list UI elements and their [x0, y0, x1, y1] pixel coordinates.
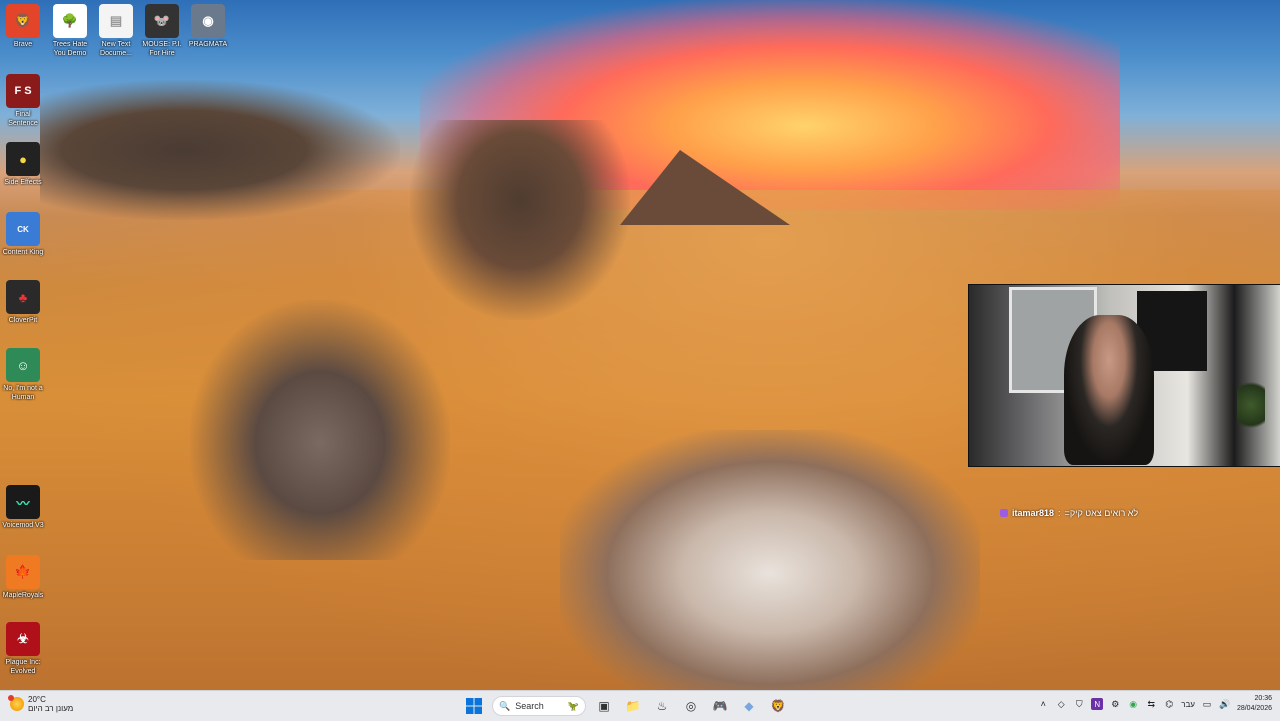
desktop-icon-mapleroyals[interactable]: 🍁 MapleRoyals [0, 555, 46, 600]
weather-temp: 20°C [28, 695, 46, 704]
plague-inc-icon: ☣ [6, 622, 40, 656]
notification-dot-icon [8, 695, 14, 701]
chat-message: itamar818 : =לא רואים צאט קיק [1000, 508, 1138, 518]
webcam-overlay [968, 284, 1280, 467]
chat-text: =לא רואים צאט קיק [1064, 508, 1139, 518]
distant-mountain [620, 150, 790, 225]
search-highlight-icon: 🦖 [567, 700, 579, 711]
rock-formation-center [410, 120, 630, 320]
content-king-icon: CK [6, 212, 40, 246]
desktop-icon-new-text-document[interactable]: ▤ New Text Docume... [93, 4, 139, 58]
desktop-icon-side-effects[interactable]: ● Side Effects [0, 142, 46, 187]
desktop-icon-plague-inc[interactable]: ☣ Plague Inc: Evolved [0, 622, 46, 676]
desktop-icon-content-king[interactable]: CK Content King [0, 212, 46, 257]
voicemod-icon: 〰 [6, 485, 40, 519]
mouse-game-icon: 🐭 [145, 4, 179, 38]
search-icon: 🔍 [499, 700, 511, 711]
file-explorer-icon[interactable]: 📁 [622, 695, 644, 717]
clock-time: 20:36 [1254, 695, 1272, 702]
side-effects-icon: ● [6, 142, 40, 176]
desktop-icon-trees-hate-you[interactable]: 🌳 Trees Hate You Demo [47, 4, 93, 58]
tray-network-icon[interactable]: ⌬ [1163, 698, 1175, 710]
tray-shield-icon[interactable]: ⛉ [1073, 698, 1085, 710]
chat-username: itamar818 [1012, 508, 1055, 518]
tree-icon: 🌳 [53, 4, 87, 38]
rock-formation-left [40, 80, 400, 220]
rock-formation-bottom [560, 430, 980, 690]
system-tray: ˄ ◇ ⛉ N ⚙ ◉ ⇆ ⌬ עבר ▭ 🔊 20:36 28/04/2026 [1037, 694, 1272, 714]
webcam-streamer [1064, 315, 1154, 465]
desktop-icon-pragmata[interactable]: ◉ PRAGMATA [185, 4, 231, 49]
tray-app-icon[interactable]: ◇ [1055, 698, 1067, 710]
desktop-icon-mouse-pi[interactable]: 🐭 MOUSE: P.I. For Hire [139, 4, 185, 58]
webcam-plant [1237, 375, 1265, 435]
desktop-icon-no-im-not-a-human[interactable]: ☺ No, I'm not a Human [0, 348, 46, 402]
search-label: Search [515, 701, 544, 711]
app-diamond-icon[interactable]: ◆ [738, 695, 760, 717]
tray-settings-icon[interactable]: ⚙ [1109, 698, 1121, 710]
volume-icon[interactable]: 🔊 [1219, 698, 1231, 710]
tray-browser-icon[interactable]: ◉ [1127, 698, 1139, 710]
chat-separator: : [1058, 508, 1061, 518]
weather-sun-icon [8, 695, 24, 711]
cloverpit-icon: ♣ [6, 280, 40, 314]
start-button[interactable] [463, 695, 485, 717]
weather-widget[interactable]: 20°C מעונן רב היום [8, 695, 74, 713]
chat-badge-icon [1000, 509, 1008, 517]
no-human-icon: ☺ [6, 348, 40, 382]
clock[interactable]: 20:36 28/04/2026 [1237, 694, 1272, 714]
final-sentence-icon: F S [6, 74, 40, 108]
rock-formation-mid [190, 300, 450, 560]
language-indicator[interactable]: עבר [1181, 700, 1195, 709]
mapleroyals-icon: 🍁 [6, 555, 40, 589]
obs-icon[interactable]: ◎ [680, 695, 702, 717]
discord-icon[interactable]: 🎮 [709, 695, 731, 717]
taskbar: 20°C מעונן רב היום 🔍 Search 🦖 ▣ 📁 ♨ ◎ 🎮 … [0, 690, 1280, 721]
tray-n-icon[interactable]: N [1091, 698, 1104, 710]
desktop-icon-final-sentence[interactable]: F S Final Sentence [0, 74, 46, 128]
windows-logo-icon [466, 698, 482, 714]
pragmata-icon: ◉ [191, 4, 225, 38]
text-document-icon: ▤ [99, 4, 133, 38]
chevron-up-icon[interactable]: ˄ [1037, 698, 1049, 710]
tray-translate-icon[interactable]: ⇆ [1145, 698, 1157, 710]
desktop-icon-voicemod[interactable]: 〰 Voicemod V3 [0, 485, 46, 530]
task-view-icon[interactable]: ▣ [593, 695, 615, 717]
taskbar-search[interactable]: 🔍 Search 🦖 [492, 696, 586, 716]
brave-lion-icon: 🦁 [6, 4, 40, 38]
desktop-icon-brave[interactable]: 🦁 Brave [0, 4, 46, 49]
display-icon[interactable]: ▭ [1201, 698, 1213, 710]
clock-date: 28/04/2026 [1236, 705, 1272, 712]
brave-taskbar-icon[interactable]: 🦁 [767, 695, 789, 717]
weather-condition: מעונן רב היום [28, 704, 74, 713]
desktop-icon-cloverpit[interactable]: ♣ CloverPit [0, 280, 46, 325]
steam-icon[interactable]: ♨ [651, 695, 673, 717]
taskbar-apps: 🔍 Search 🦖 ▣ 📁 ♨ ◎ 🎮 ◆ 🦁 [463, 695, 789, 717]
